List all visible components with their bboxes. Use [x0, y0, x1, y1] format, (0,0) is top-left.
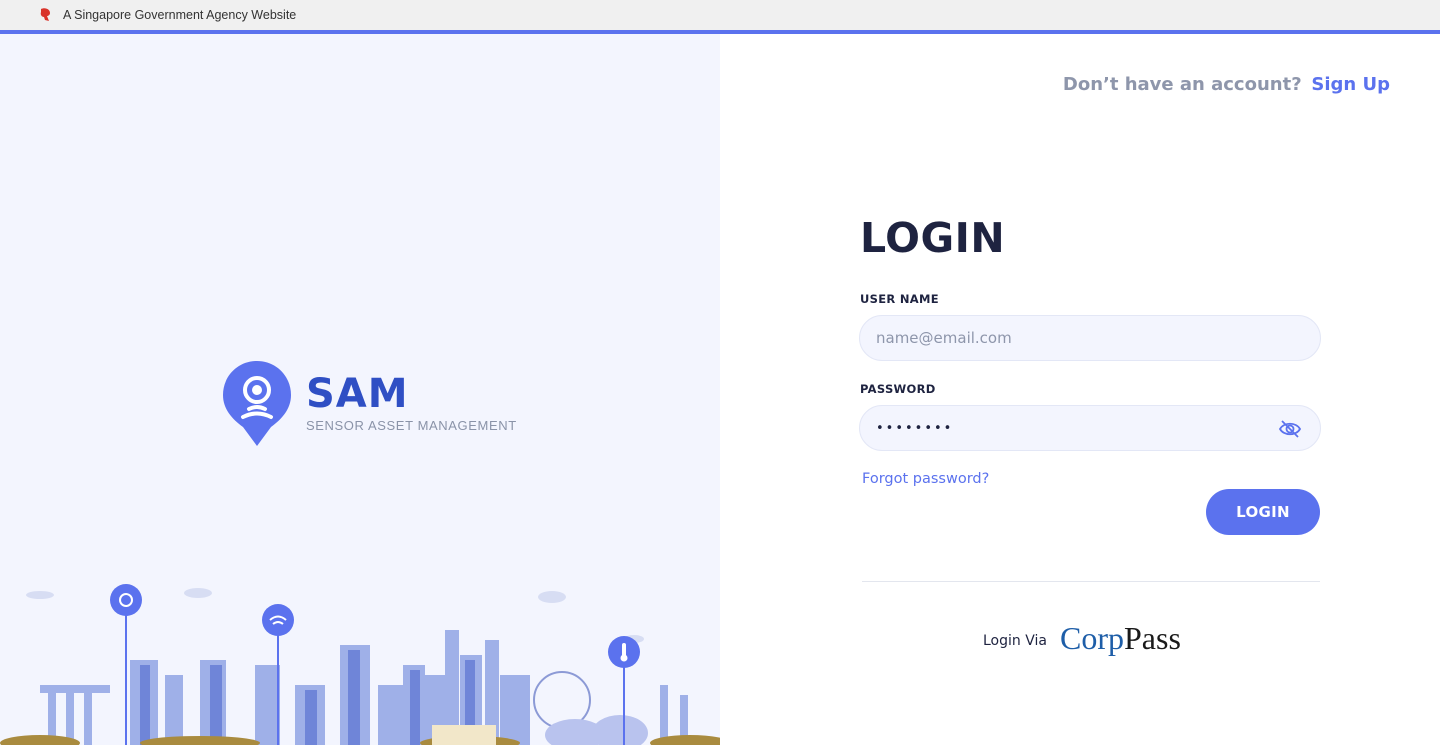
signup-question: Don’t have an account? [1062, 74, 1302, 95]
signup-link[interactable]: Sign Up [1311, 74, 1390, 95]
corppass-logo-corp: Corp [1060, 620, 1124, 656]
brand-panel: SAM SENSOR ASSET MANAGEMENT [0, 34, 720, 745]
government-masthead: A Singapore Government Agency Website [0, 0, 1440, 30]
location-pin-sensor-icon [223, 361, 291, 446]
sam-logo: SAM SENSOR ASSET MANAGEMENT [221, 359, 516, 451]
city-skyline-illustration [0, 584, 720, 745]
login-panel: Don’t have an account? Sign Up LOGIN USE… [720, 34, 1440, 745]
government-masthead-text: A Singapore Government Agency Website [63, 8, 297, 22]
eye-slash-icon[interactable] [1278, 418, 1302, 440]
signup-prompt: Don’t have an account? Sign Up [1063, 74, 1390, 95]
password-input[interactable] [860, 406, 1320, 450]
brand-title: SAM [306, 371, 409, 417]
corppass-login-button[interactable]: CorpPass [1060, 620, 1181, 668]
login-via-label: Login Via [983, 633, 1047, 649]
username-field-container [859, 315, 1321, 361]
login-heading: LOGIN [860, 214, 1006, 262]
singapore-lion-head-icon [40, 8, 50, 21]
login-button[interactable]: LOGIN [1206, 489, 1320, 535]
corppass-logo-pass: Pass [1124, 620, 1181, 656]
divider [862, 581, 1320, 582]
password-field-container [859, 405, 1321, 451]
corppass-logo: CorpPass [1060, 620, 1181, 657]
brand-subtitle: SENSOR ASSET MANAGEMENT [306, 418, 517, 433]
password-label: PASSWORD [860, 382, 936, 396]
forgot-password-link[interactable]: Forgot password? [862, 471, 989, 487]
username-input[interactable] [860, 316, 1320, 360]
username-label: USER NAME [860, 292, 939, 306]
